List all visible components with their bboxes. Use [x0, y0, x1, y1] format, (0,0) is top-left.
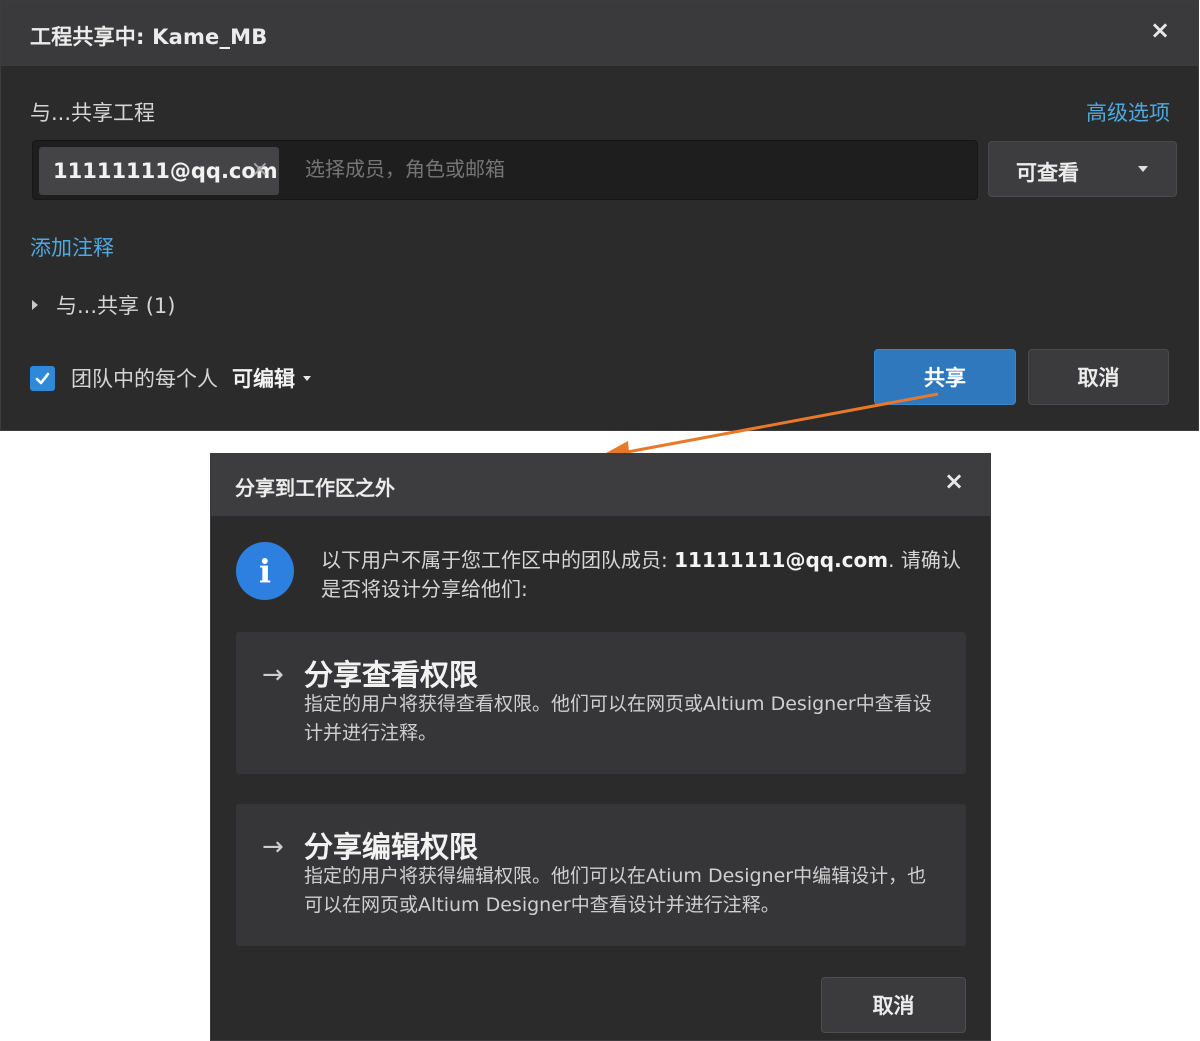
add-note-link[interactable]: 添加注释: [30, 232, 114, 262]
caret-down-icon: [303, 375, 311, 381]
option-description: 指定的用户将获得查看权限。他们可以在网页或Altium Designer中查看设…: [304, 693, 932, 744]
member-select-field[interactable]: 11111111@qq.com ×: [32, 140, 978, 200]
team-permission-value: 可编辑: [232, 367, 295, 391]
member-search-input[interactable]: [305, 154, 925, 186]
arrow-right-icon: →: [262, 832, 284, 862]
shared-with-label: 与...共享 (1): [56, 294, 176, 318]
info-message-prefix: 以下用户不属于您工作区中的团队成员:: [321, 548, 675, 572]
dialog-title: 工程共享中: Kame_MB: [30, 25, 268, 49]
caret-right-icon: [32, 300, 38, 310]
cancel-button[interactable]: 取消: [1028, 349, 1169, 405]
screenshot-canvas: 工程共享中: Kame_MB × 与...共享工程 高级选项 11111111@…: [0, 0, 1200, 1041]
share-outside-workspace-dialog: 分享到工作区之外 × i 以下用户不属于您工作区中的团队成员: 11111111…: [210, 453, 991, 1041]
member-chip-email: 11111111@qq.com: [53, 159, 278, 183]
member-chip: 11111111@qq.com ×: [39, 147, 279, 195]
option-title: 分享查看权限: [304, 658, 479, 692]
permission-dropdown-value: 可查看: [1016, 161, 1079, 185]
close-icon[interactable]: ×: [1148, 18, 1172, 42]
advanced-options-link[interactable]: 高级选项: [1086, 97, 1170, 127]
team-permission-dropdown[interactable]: 可编辑: [232, 363, 311, 393]
cancel-button[interactable]: 取消: [821, 977, 966, 1033]
dialog-header: 工程共享中: Kame_MB ×: [1, 1, 1198, 67]
share-button[interactable]: 共享: [874, 349, 1016, 405]
info-email: 11111111@qq.com: [674, 548, 889, 572]
checkmark-icon: [35, 372, 50, 384]
info-icon: i: [236, 542, 294, 600]
info-message: 以下用户不属于您工作区中的团队成员: 11111111@qq.com. 请确认是…: [321, 546, 961, 604]
share-project-dialog: 工程共享中: Kame_MB × 与...共享工程 高级选项 11111111@…: [0, 0, 1199, 431]
remove-chip-icon[interactable]: ×: [251, 157, 269, 182]
team-checkbox[interactable]: [30, 365, 55, 391]
shared-with-toggle[interactable]: 与...共享 (1): [30, 290, 175, 320]
arrow-right-icon: →: [262, 660, 284, 690]
close-icon[interactable]: ×: [942, 469, 966, 493]
dialog-title: 分享到工作区之外: [235, 476, 395, 500]
info-glyph: i: [258, 552, 272, 590]
team-permission-row: 团队中的每个人 可编辑: [30, 363, 311, 393]
team-label: 团队中的每个人: [71, 367, 218, 391]
option-title: 分享编辑权限: [304, 830, 479, 864]
caret-down-icon: [1138, 166, 1148, 172]
share-view-permission-option[interactable]: → 分享查看权限 指定的用户将获得查看权限。他们可以在网页或Altium Des…: [236, 632, 966, 774]
share-edit-permission-option[interactable]: → 分享编辑权限 指定的用户将获得编辑权限。他们可以在Atium Designe…: [236, 804, 966, 946]
dialog-header: 分享到工作区之外 ×: [211, 454, 990, 516]
option-description: 指定的用户将获得编辑权限。他们可以在Atium Designer中编辑设计，也可…: [304, 865, 927, 916]
share-with-label: 与...共享工程: [30, 101, 156, 125]
permission-dropdown[interactable]: 可查看: [988, 141, 1177, 197]
